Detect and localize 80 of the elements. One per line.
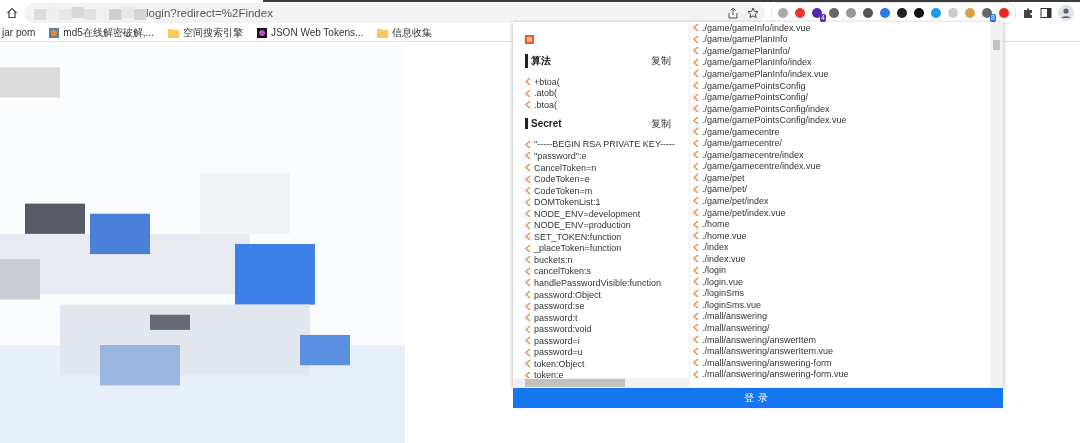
path-item: ./game/gamecentre/index.vue <box>702 161 821 172</box>
result-item: buckets:n <box>534 254 573 265</box>
path-item: ./game/gamecentre/index <box>702 149 804 160</box>
result-item: _placeToken=function <box>534 243 622 254</box>
login-button[interactable]: 登录 <box>513 388 1003 408</box>
app-icon <box>525 35 534 44</box>
bookmark-link[interactable]: JSON Web Tokens... <box>270 27 364 39</box>
path-item: ./login.vue <box>702 276 744 287</box>
bookmark-link[interactable]: md5在线解密破解,... <box>63 25 154 40</box>
result-item: token:e <box>534 370 564 381</box>
section-title: Secret <box>525 118 562 130</box>
url-text: login?redirect=%2Findex <box>146 7 273 20</box>
path-item: ./mall/answering/answerItem.vue <box>702 346 834 357</box>
result-item: .atob( <box>534 88 557 99</box>
path-item: ./game/gamecentre/ <box>702 138 783 149</box>
path-item: ./game/gamePlanInfo <box>702 34 788 45</box>
share-icon[interactable] <box>727 7 739 20</box>
result-item: +btoa( <box>534 76 560 87</box>
path-item: ./login <box>702 265 727 276</box>
bookmark-link[interactable]: 空间搜索引擎 <box>182 25 243 40</box>
path-item: ./game/gamePointsConfig/index.vue <box>702 115 847 126</box>
path-item: ./game/pet/index <box>702 195 769 206</box>
path-item: ./index <box>702 242 729 253</box>
result-item: SET_TOKEN:function <box>534 231 622 242</box>
result-item: cancelToken:s <box>534 266 592 277</box>
folder-icon <box>377 27 389 38</box>
site-icon <box>49 27 60 38</box>
path-item: ./mall/answering/answering-form.vue <box>702 369 849 380</box>
path-item: ./game/gamecentre <box>702 126 780 137</box>
result-item: password:t <box>534 312 578 323</box>
copy-link[interactable]: 复制 <box>651 116 671 131</box>
path-item: ./loginSms.vue <box>702 299 762 310</box>
path-item: ./game/gamePlanInfo/ <box>702 45 791 56</box>
result-item: .btoa( <box>534 99 557 110</box>
path-item: ./game/pet/index.vue <box>702 207 786 218</box>
side-panel-icon[interactable] <box>1040 7 1052 20</box>
path-item: ./mall/answering/ <box>702 323 770 333</box>
path-item: ./game/gamePointsConfig/ <box>702 92 809 103</box>
path-item: ./mall/answering/answering-form <box>702 357 832 368</box>
result-item: NODE_ENV=production <box>534 220 631 231</box>
bookmark-link[interactable]: 信息收集 <box>392 25 433 40</box>
result-item: password:se <box>534 301 585 312</box>
copy-link[interactable]: 复制 <box>651 54 671 68</box>
path-item: ./game/gamePlanInfo/index <box>702 57 812 68</box>
home-icon[interactable] <box>6 7 18 20</box>
result-item: "-----BEGIN RSA PRIVATE KEY----- <box>534 139 676 150</box>
result-item: CodeToken=e <box>534 174 590 185</box>
result-item: token:Object <box>534 358 585 369</box>
bookmark-link[interactable]: jar pom <box>2 27 36 39</box>
result-item: password=i <box>534 335 580 346</box>
result-item: password=u <box>534 347 583 358</box>
result-item: DOMTokenList:1 <box>534 197 601 208</box>
result-item: password:Object <box>534 289 602 300</box>
vertical-scrollbar[interactable] <box>991 22 1003 388</box>
folder-icon <box>167 27 179 38</box>
address-bar[interactable]: login?redirect=%2Findex <box>24 3 765 24</box>
result-item: handlePasswordVisible:function <box>534 277 661 288</box>
path-item: ./game/gameInfo/index.vue <box>702 22 811 33</box>
path-item: ./game/gamePointsConfig <box>702 80 806 91</box>
path-item: ./game/pet <box>702 172 745 183</box>
path-item: ./game/gamePlanInfo/index.vue <box>702 68 829 79</box>
profile-icon[interactable] <box>1058 5 1074 22</box>
site-icon <box>256 27 267 38</box>
path-item: ./game/gamePointsConfig/index <box>702 103 830 114</box>
result-item: password:void <box>534 324 592 335</box>
section-title: 算法 <box>525 54 551 68</box>
horizontal-scrollbar[interactable] <box>513 378 689 388</box>
path-item: ./home <box>702 219 730 230</box>
result-item: "password":e <box>534 150 587 161</box>
path-item: ./loginSms <box>702 288 745 299</box>
result-item: CodeToken=m <box>534 185 593 196</box>
path-item: ./mall/answering <box>702 311 768 322</box>
path-item: ./index.vue <box>702 253 746 264</box>
result-item: CancelToken=n <box>534 162 597 173</box>
result-item: NODE_ENV=development <box>534 208 641 219</box>
path-item: ./home.vue <box>702 230 747 241</box>
puzzle-icon[interactable] <box>1022 7 1034 20</box>
path-item: ./game/pet/ <box>702 184 748 195</box>
star-icon[interactable] <box>747 7 759 20</box>
path-item: ./mall/answering/answerItem <box>702 334 817 345</box>
